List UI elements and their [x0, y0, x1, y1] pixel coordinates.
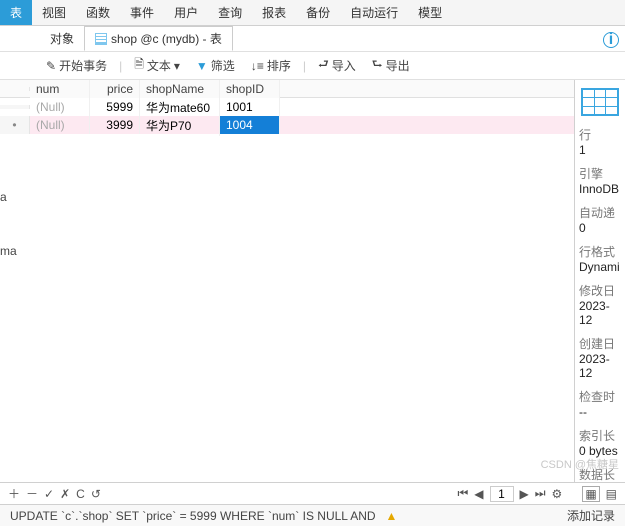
chevron-down-icon: ▾ [174, 59, 180, 73]
cell-shopname[interactable]: 华为P70 [140, 115, 220, 136]
tab-label: shop @c (mydb) - 表 [111, 30, 222, 47]
prop-create-value: 2023-12 [579, 352, 621, 380]
prop-indexlen-label: 索引长 [579, 427, 621, 444]
begin-label: 开始事务 [59, 57, 107, 74]
left-fragment: a ma [0, 150, 17, 298]
frag-a: a [0, 190, 17, 204]
warning-icon: ▲ [386, 509, 398, 523]
table-row[interactable]: (Null) 5999 华为mate60 1001 [0, 98, 574, 116]
status-bar: UPDATE `c`.`shop` SET `price` = 5999 WHE… [0, 504, 625, 526]
import-label: 导入 [332, 57, 356, 74]
text-label: 文本 [147, 57, 171, 74]
document-icon: 🗎 [134, 55, 144, 76]
prop-autoinc-label: 自动递 [579, 204, 621, 221]
data-grid: num price shopName shopID (Null) 5999 华为… [0, 80, 575, 482]
add-record-button[interactable]: ＋ [8, 485, 20, 502]
ribbon-tab-backup[interactable]: 备份 [296, 0, 340, 25]
ribbon-tab-table[interactable]: 表 [0, 0, 32, 25]
prop-modify-value: 2023-12 [579, 299, 621, 327]
toolbar: ✎ 开始事务 | 🗎 文本 ▾ ▼ 筛选 ↓≡ 排序 | ⮐ 导入 ⮑ 导出 [0, 52, 625, 80]
content-area: num price shopName shopID (Null) 5999 华为… [0, 80, 625, 482]
row-gutter[interactable]: • [0, 116, 30, 134]
next-page-button[interactable]: ▶ [520, 487, 529, 501]
ribbon-tab-report[interactable]: 报表 [252, 0, 296, 25]
grid-body[interactable]: (Null) 5999 华为mate60 1001 • (Null) 3999 … [0, 98, 574, 482]
revert-button[interactable]: ↺ [91, 487, 101, 501]
cancel-button[interactable]: ✗ [60, 487, 70, 501]
col-shopname[interactable]: shopName [140, 80, 220, 98]
prop-rowformat-label: 行格式 [579, 243, 621, 260]
frag-ma: ma [0, 244, 17, 258]
cell-num[interactable]: (Null) [30, 98, 90, 116]
tab-object[interactable]: 对象 [40, 27, 84, 50]
gutter-head [0, 87, 30, 91]
sort-label: 排序 [267, 57, 291, 74]
filter-label: 筛选 [211, 57, 235, 74]
side-panel: 行 1 引擎 InnoDB 自动递 0 行格式 Dynami 修改日 2023-… [575, 80, 625, 482]
col-shopid[interactable]: shopID [220, 80, 280, 98]
cell-price[interactable]: 3999 [90, 116, 140, 134]
row-gutter[interactable] [0, 105, 30, 109]
prop-engine-label: 引擎 [579, 165, 621, 182]
table-icon [95, 33, 107, 45]
prop-autoinc-value: 0 [579, 221, 621, 235]
export-label: 导出 [386, 57, 410, 74]
ribbon-tab-query[interactable]: 查询 [208, 0, 252, 25]
watermark: CSDN @焦糖星 [541, 456, 619, 472]
prop-modify-label: 修改日 [579, 282, 621, 299]
settings-button[interactable]: ⚙ [552, 487, 563, 501]
prop-rowformat-value: Dynami [579, 260, 621, 274]
prop-rows-value: 1 [579, 143, 621, 157]
cell-price[interactable]: 5999 [90, 98, 140, 116]
cell-num[interactable]: (Null) [30, 116, 90, 134]
ribbon: 表 视图 函数 事件 用户 查询 报表 备份 自动运行 模型 [0, 0, 625, 26]
ribbon-tab-auto[interactable]: 自动运行 [340, 0, 408, 25]
ribbon-tab-model[interactable]: 模型 [408, 0, 452, 25]
document-tabs: 对象 shop @c (mydb) - 表 [0, 26, 625, 52]
col-num[interactable]: num [30, 80, 90, 98]
ribbon-tab-func[interactable]: 函数 [76, 0, 120, 25]
import-icon: ⮐ [318, 55, 329, 76]
sort-icon: ↓≡ [251, 59, 264, 73]
info-icon[interactable]: i [603, 32, 619, 48]
cell-shopid[interactable]: 1004 [220, 116, 280, 134]
sort-button[interactable]: ↓≡ 排序 [247, 55, 295, 76]
last-page-button[interactable]: ⏭ [535, 486, 546, 501]
delete-record-button[interactable]: － [26, 485, 38, 502]
ribbon-tab-user[interactable]: 用户 [164, 0, 208, 25]
form-view-button[interactable]: ▤ [606, 487, 617, 501]
grid-view-button[interactable]: ▦ [582, 486, 599, 502]
add-record-hint: 添加记录 [567, 507, 615, 524]
record-toolbar: ＋ － ✓ ✗ C ↺ ⏮ ◀ ▶ ⏭ ⚙ ▦ ▤ [0, 482, 625, 504]
commit-button[interactable]: ✓ [44, 487, 54, 501]
table-big-icon [581, 88, 619, 116]
refresh-button[interactable]: C [76, 487, 85, 501]
col-price[interactable]: price [90, 80, 140, 98]
export-icon: ⮑ [372, 55, 383, 76]
table-row[interactable]: • (Null) 3999 华为P70 1004 [0, 116, 574, 134]
filter-icon: ▼ [196, 59, 208, 73]
filter-button[interactable]: ▼ 筛选 [192, 55, 239, 76]
begin-transaction-button[interactable]: ✎ 开始事务 [42, 55, 111, 76]
prop-engine-value: InnoDB [579, 182, 621, 196]
prev-page-button[interactable]: ◀ [474, 487, 483, 501]
cell-shopid[interactable]: 1001 [220, 98, 280, 116]
prop-check-value: -- [579, 405, 621, 419]
sql-preview: UPDATE `c`.`shop` SET `price` = 5999 WHE… [10, 509, 376, 523]
prop-check-label: 检查时 [579, 388, 621, 405]
prop-create-label: 创建日 [579, 335, 621, 352]
ribbon-tab-event[interactable]: 事件 [120, 0, 164, 25]
text-button[interactable]: 🗎 文本 ▾ [130, 53, 184, 78]
first-page-button[interactable]: ⏮ [457, 486, 468, 501]
grid-header: num price shopName shopID [0, 80, 574, 98]
page-number-input[interactable] [490, 486, 514, 502]
tab-shop-table[interactable]: shop @c (mydb) - 表 [84, 26, 233, 51]
ribbon-tab-view[interactable]: 视图 [32, 0, 76, 25]
pencil-icon: ✎ [46, 59, 56, 73]
prop-rows-label: 行 [579, 126, 621, 143]
export-button[interactable]: ⮑ 导出 [368, 53, 414, 78]
import-button[interactable]: ⮐ 导入 [314, 53, 360, 78]
